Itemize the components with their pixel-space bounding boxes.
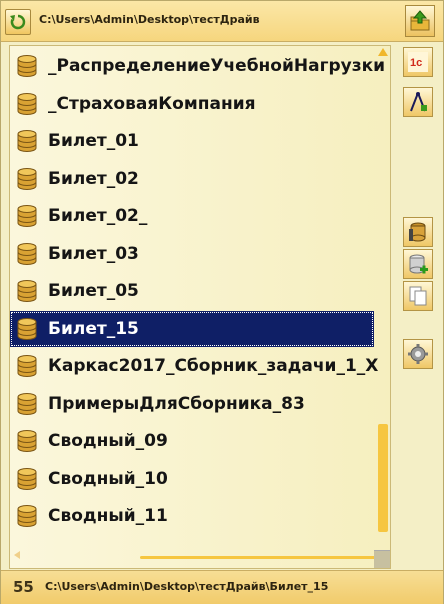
settings-gear-icon <box>408 344 428 364</box>
scroll-corner <box>374 550 390 568</box>
scroll-left-arrow-icon[interactable] <box>14 551 20 559</box>
launcher-window: C:\Users\Admin\Desktop\тестДрайв _Распре… <box>0 0 444 604</box>
database-icon <box>17 242 37 265</box>
database-icon <box>17 430 37 452</box>
list-item-label: _СтраховаяКомпания <box>48 93 256 114</box>
infobase-list[interactable]: _РаспределениеУчебнойНагрузки _СтраховаяК… <box>9 45 391 569</box>
list-item[interactable]: ПримерыДляСборника_83 <box>10 386 374 422</box>
list-item-label: Сводный_11 <box>48 506 168 526</box>
list-item[interactable]: Билет_02_ <box>10 198 374 234</box>
list-item-label: Билет_05 <box>48 281 139 301</box>
list-item[interactable]: Билет_01 <box>10 123 374 159</box>
database-icon <box>17 92 37 115</box>
add-database-icon <box>409 254 428 274</box>
list-item-label: Каркас2017_Сборник_задачи_1_Х <box>48 356 379 376</box>
list-item-label: Сводный_09 <box>48 431 168 451</box>
database-icon <box>17 55 37 77</box>
folder-up-button[interactable] <box>405 5 435 37</box>
list-item-selected[interactable]: Билет_15 <box>10 310 374 347</box>
list-item[interactable]: _СтраховаяКомпания <box>10 86 374 122</box>
designer-button[interactable] <box>403 87 433 117</box>
status-bar: 55 C:\Users\Admin\Desktop\тестДрайв\Биле… <box>1 570 443 604</box>
folder-up-icon <box>410 10 430 31</box>
database-icon <box>17 505 37 527</box>
list-item[interactable]: Каркас2017_Сборник_задачи_1_Х <box>10 348 378 384</box>
list-item[interactable]: Сводный_09 <box>10 423 374 459</box>
add-database-button[interactable] <box>403 249 433 279</box>
refresh-button[interactable] <box>5 9 31 35</box>
vertical-scroll-thumb[interactable] <box>378 424 388 532</box>
list-item-label: ПримерыДляСборника_83 <box>48 393 305 414</box>
infobase-count: 55 <box>13 578 34 596</box>
right-toolbar: 1с <box>393 41 444 567</box>
refresh-icon <box>10 14 26 30</box>
list-item-label: Билет_02 <box>48 168 139 189</box>
list-item[interactable]: Сводный_10 <box>10 461 374 497</box>
list-item-label: Билет_01 <box>48 131 139 151</box>
database-tools-icon <box>409 222 426 242</box>
scroll-up-arrow-icon[interactable] <box>378 48 388 56</box>
list-item[interactable]: Билет_02 <box>10 161 374 197</box>
database-icon <box>17 167 37 190</box>
settings-button[interactable] <box>403 339 433 369</box>
copy-button[interactable] <box>403 281 433 311</box>
list-item-label: Билет_02_ <box>48 206 148 226</box>
list-item-label: _РаспределениеУчебнойНагрузки <box>48 56 386 76</box>
list-item[interactable]: Билет_03 <box>10 236 374 272</box>
current-path-title: C:\Users\Admin\Desktop\тестДрайв <box>39 13 260 26</box>
database-icon <box>17 317 37 340</box>
selected-infobase-path: C:\Users\Admin\Desktop\тестДрайв\Билет_1… <box>45 580 329 593</box>
header-bar: C:\Users\Admin\Desktop\тестДрайв <box>1 1 443 42</box>
database-icon <box>17 355 37 377</box>
database-icon <box>17 205 37 227</box>
list-item-label: Билет_03 <box>48 243 139 264</box>
copy-icon <box>409 286 427 306</box>
list-item[interactable]: _РаспределениеУчебнойНагрузки <box>10 48 385 84</box>
designer-icon <box>410 92 427 112</box>
list-item[interactable]: Сводный_11 <box>10 498 374 534</box>
1c-icon: 1с <box>408 52 428 72</box>
database-tools-button[interactable] <box>403 217 433 247</box>
database-icon <box>17 467 37 490</box>
list-item[interactable]: Билет_05 <box>10 273 374 309</box>
database-icon <box>17 280 37 302</box>
database-icon <box>17 392 37 415</box>
list-item-label: Билет_15 <box>48 318 139 339</box>
run-enterprise-button[interactable]: 1с <box>403 47 433 77</box>
database-icon <box>17 130 37 152</box>
list-item-label: Сводный_10 <box>48 468 168 489</box>
vertical-scrollbar[interactable] <box>376 46 389 566</box>
svg-text:1с: 1с <box>410 57 422 69</box>
horizontal-scroll-thumb[interactable] <box>140 556 376 559</box>
